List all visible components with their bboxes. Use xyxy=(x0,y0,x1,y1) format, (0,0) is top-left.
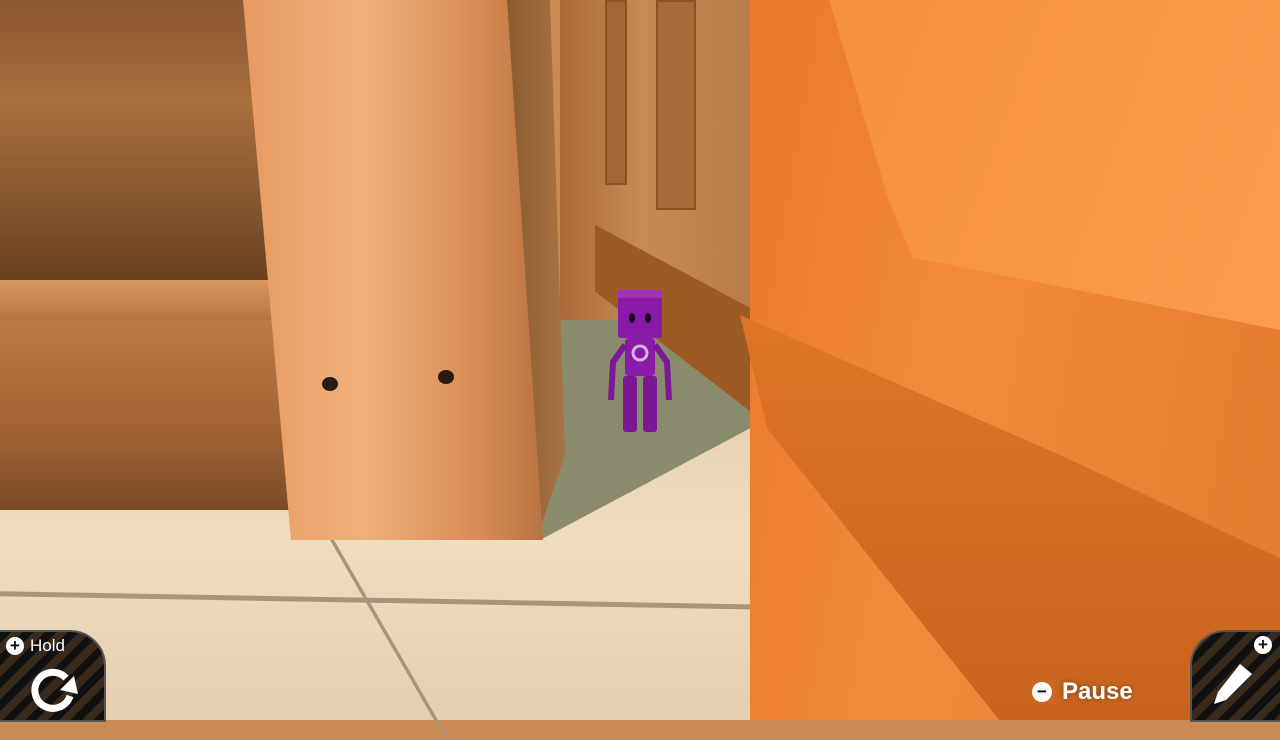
rotate-clockwise-icon xyxy=(31,668,78,712)
hold-label: Hold xyxy=(30,636,65,655)
wooden-post xyxy=(243,0,543,540)
hold-hint: + Hold xyxy=(6,636,65,656)
plus-button-icon: + xyxy=(6,637,24,655)
pause-label: Pause xyxy=(1062,678,1133,705)
door-panel xyxy=(605,0,627,185)
pause-button[interactable]: − Pause xyxy=(1032,678,1133,706)
pencil-icon xyxy=(1214,664,1252,704)
plus-button-icon: + xyxy=(1254,636,1272,654)
minus-button-icon: − xyxy=(1032,682,1052,702)
crate-shelf xyxy=(0,280,300,320)
edit-button[interactable]: + xyxy=(1190,630,1280,722)
purple-robot-character[interactable] xyxy=(605,290,675,435)
nail-hole xyxy=(438,370,454,384)
door-panel xyxy=(656,0,696,210)
nail-hole xyxy=(322,377,338,391)
